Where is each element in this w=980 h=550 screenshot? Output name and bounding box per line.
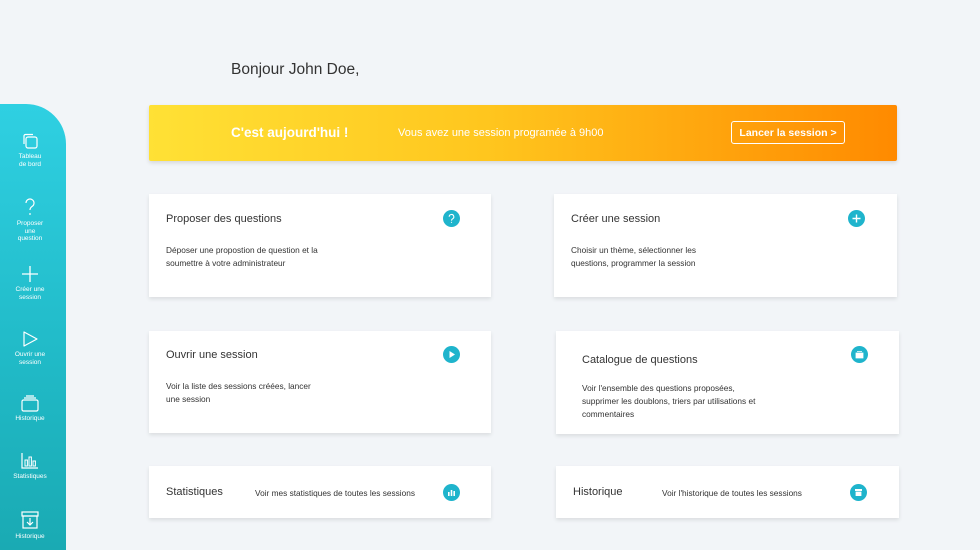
sidebar-item-dashboard[interactable]: Tableau de bord <box>0 132 60 168</box>
dashboard-icon <box>23 133 38 149</box>
launch-session-button[interactable]: Lancer la session > <box>731 121 845 144</box>
card-description: Choisir un thème, sélectionner les quest… <box>571 245 696 268</box>
sidebar-item-history[interactable]: Historique <box>0 394 60 423</box>
banner-title: C'est aujourd'hui ! <box>231 125 349 140</box>
bar-chart-circle-icon[interactable] <box>443 484 460 501</box>
play-circle-icon[interactable] <box>443 346 460 363</box>
card-description: Voir l'ensemble des questions proposées,… <box>582 383 756 419</box>
today-banner: C'est aujourd'hui ! Vous avez une sessio… <box>149 105 897 161</box>
sidebar-item-label: Créer une session <box>15 286 45 301</box>
sidebar-item-history-archive[interactable]: Historique <box>0 510 60 541</box>
card-history[interactable]: Historique Voir l'historique de toutes l… <box>556 466 899 518</box>
greeting: Bonjour John Doe, <box>231 61 360 78</box>
card-description: Voir l'historique de toutes les sessions <box>662 488 802 498</box>
sidebar-item-label: Statistiques <box>13 473 47 480</box>
card-title: Ouvrir une session <box>166 349 258 361</box>
card-description: Voir mes statistiques de toutes les sess… <box>255 488 416 498</box>
banner-text: Vous avez une session programée à 9h00 <box>398 127 604 139</box>
card-open-session[interactable]: Ouvrir une session Voir la liste des ses… <box>149 331 491 433</box>
card-create-session[interactable]: Créer une session Choisir un thème, séle… <box>554 194 897 297</box>
card-title: Historique <box>573 486 623 498</box>
sidebar-item-open-session[interactable]: Ouvrir une session <box>0 330 60 366</box>
catalog-icon[interactable] <box>851 346 868 363</box>
sidebar-item-label: Tableau de bord <box>18 153 42 168</box>
sidebar-item-label: Proposer une question <box>16 220 44 242</box>
question-icon <box>25 198 35 215</box>
plus-circle-icon[interactable] <box>848 210 865 227</box>
card-title: Catalogue de questions <box>582 354 698 366</box>
sidebar-item-create-session[interactable]: Créer une session <box>0 265 60 301</box>
card-statistics[interactable]: Statistiques Voir mes statistiques de to… <box>149 466 491 518</box>
sidebar-item-statistics[interactable]: Statistiques <box>0 452 60 481</box>
sidebar-item-propose-question[interactable]: Proposer une question <box>0 197 60 243</box>
sidebar: Tableau de bord Proposer une question Cr… <box>0 104 66 550</box>
sidebar-item-label: Historique <box>15 415 45 422</box>
bar-chart-icon <box>21 453 38 469</box>
play-icon <box>23 331 38 347</box>
archive-icon <box>21 511 39 529</box>
card-description: Voir la liste des sessions créées, lance… <box>166 381 311 404</box>
plus-icon <box>22 266 38 282</box>
card-title: Créer une session <box>571 213 661 225</box>
history-icon <box>21 395 39 412</box>
card-propose-questions[interactable]: Proposer des questions Déposer une propo… <box>149 194 491 297</box>
card-title: Proposer des questions <box>166 213 282 225</box>
card-description: Déposer une propostion de question et la… <box>166 245 318 268</box>
archive-circle-icon[interactable] <box>850 484 867 501</box>
question-circle-icon[interactable] <box>443 210 460 227</box>
sidebar-item-label: Historique <box>15 533 45 540</box>
card-question-catalog[interactable]: Catalogue de questions Voir l'ensemble d… <box>556 331 899 434</box>
card-title: Statistiques <box>166 486 223 498</box>
sidebar-item-label: Ouvrir une session <box>14 351 46 366</box>
